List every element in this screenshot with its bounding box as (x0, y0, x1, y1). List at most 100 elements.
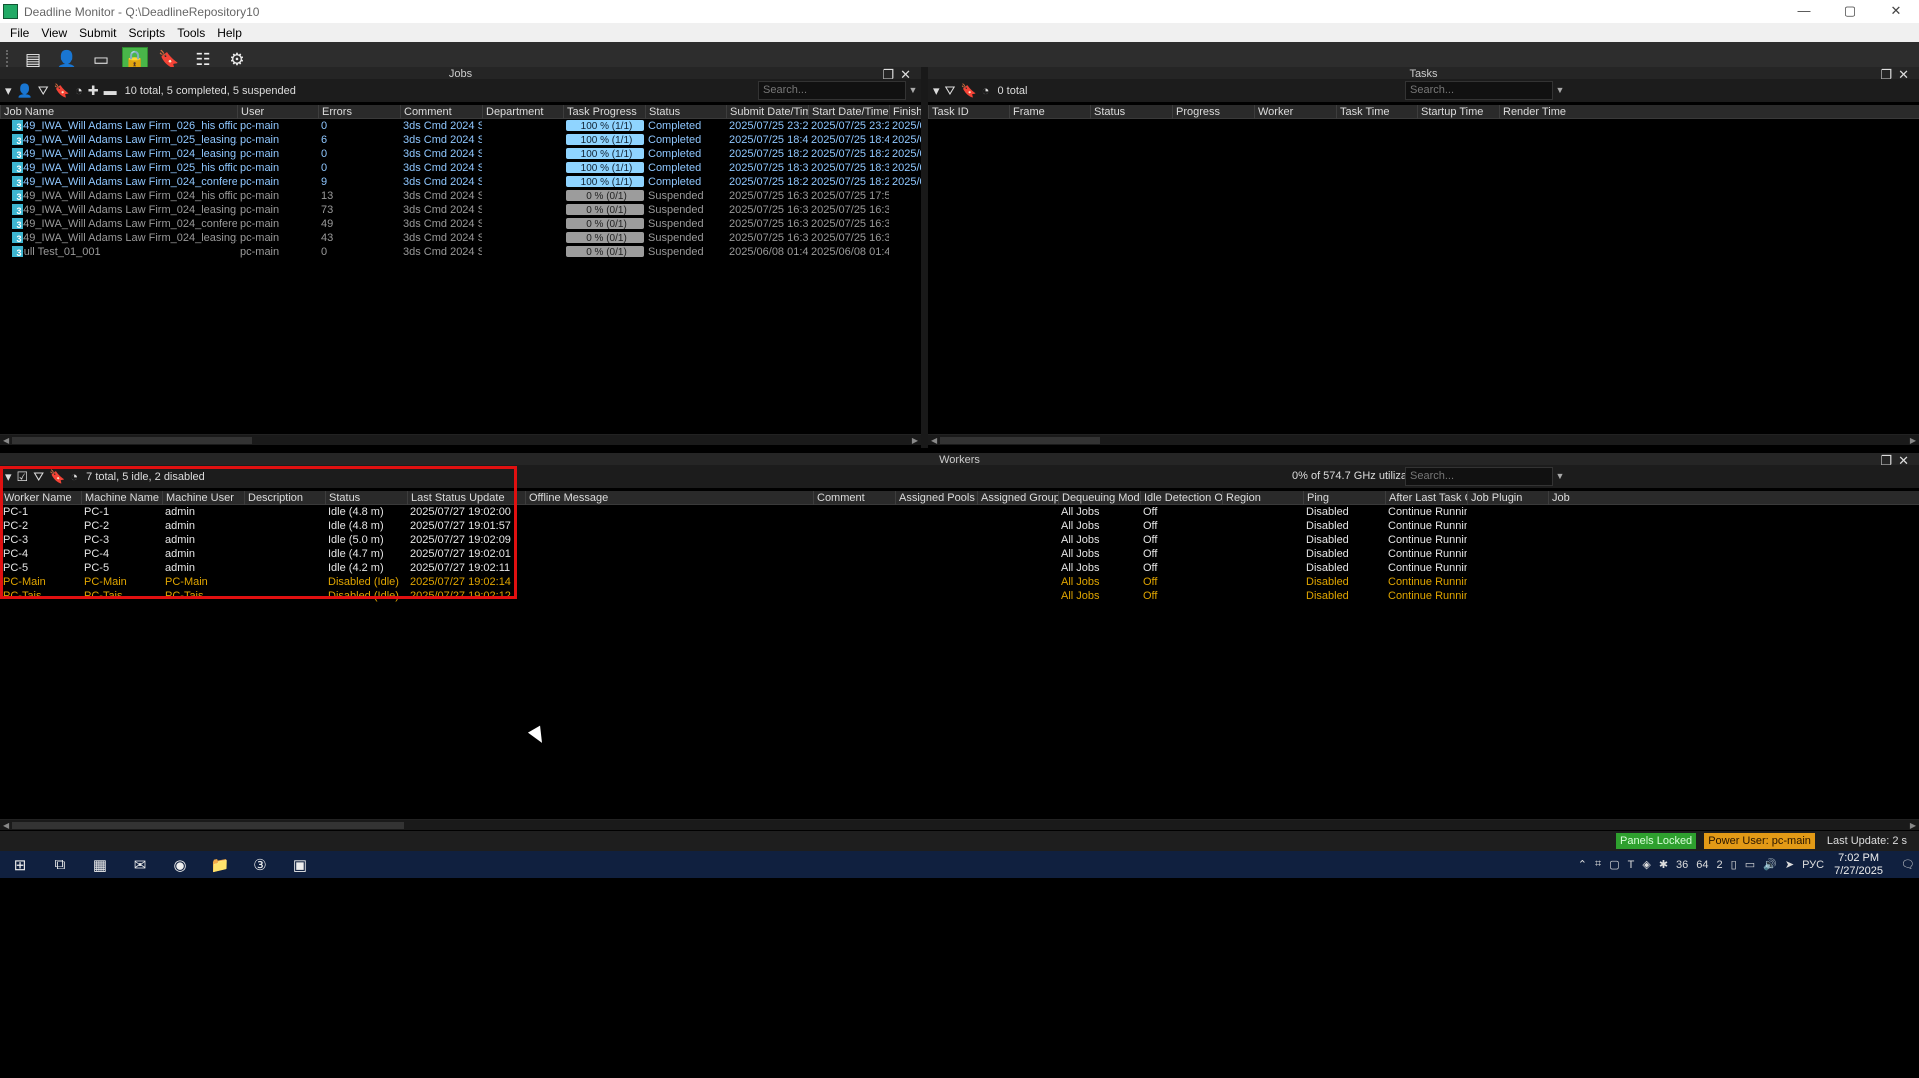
power-user-badge[interactable]: Power User: pc-main (1704, 833, 1815, 849)
scroll-thumb[interactable] (940, 437, 1100, 444)
start-icon[interactable]: ⊞ (0, 851, 40, 878)
close-button[interactable]: ✕ (1873, 0, 1919, 23)
panels-locked-badge[interactable]: Panels Locked (1616, 833, 1697, 849)
plus-icon[interactable]: ✚ (88, 83, 99, 99)
table-row[interactable]: 3149_IWA_Will Adams Law Firm_024_confere… (0, 217, 921, 231)
tray-badge[interactable]: 2 (1717, 859, 1723, 871)
column-header[interactable]: Finishe (889, 105, 921, 119)
table-row[interactable]: 3 149_IWA_Will Adams Law Firm_024_leasing… (0, 231, 921, 245)
column-header[interactable]: Frame (1009, 105, 1090, 119)
column-header[interactable]: Task ID (928, 105, 1009, 119)
collapse-icon[interactable]: ▾ (933, 83, 940, 99)
column-header[interactable]: Startup Time (1417, 105, 1499, 119)
menu-help[interactable]: Help (217, 26, 242, 40)
chevron-down-icon[interactable]: ▼ (1553, 81, 1567, 100)
column-header[interactable]: Department (482, 105, 563, 119)
scroll-left-icon[interactable]: ◀ (931, 435, 937, 446)
table-row[interactable]: 3Full Test_01_001pc-main03ds Cmd 2024 Sc… (0, 245, 921, 259)
menu-view[interactable]: View (41, 26, 67, 40)
teams-icon[interactable]: T (1628, 859, 1635, 871)
column-header[interactable]: Region (1222, 491, 1303, 505)
tray-app-icon[interactable]: ◈ (1642, 858, 1650, 871)
jobs-search-input[interactable]: Search... (758, 81, 906, 100)
outlook-icon[interactable]: ✉ (120, 851, 160, 878)
jobs-hscrollbar[interactable]: ◀ ▶ (0, 434, 921, 445)
display-icon[interactable]: ▭ (1745, 858, 1755, 871)
column-header[interactable]: Errors (318, 105, 400, 119)
bookmark-icon[interactable]: 🔖 (54, 83, 70, 99)
column-header[interactable]: Comment (813, 491, 895, 505)
scroll-left-icon[interactable]: ◀ (3, 820, 9, 831)
scroll-right-icon[interactable]: ▶ (912, 435, 918, 446)
chevron-up-icon[interactable]: ⌃ (1578, 858, 1587, 871)
scroll-thumb[interactable] (12, 822, 404, 829)
pie-icon[interactable]: ◔ (982, 83, 990, 98)
bluetooth-icon[interactable]: ✱ (1659, 858, 1668, 871)
column-header[interactable]: Submit Date/Time (726, 105, 808, 119)
minus-icon[interactable]: ▬ (104, 83, 117, 98)
telegram-icon[interactable]: ➤ (1785, 858, 1794, 871)
column-header[interactable]: Dequeuing Mode (1058, 491, 1140, 505)
file-explorer-icon[interactable]: 📁 (200, 851, 240, 878)
column-header[interactable]: User (237, 105, 318, 119)
clock[interactable]: 7:02 PM 7/27/2025 (1834, 852, 1883, 878)
volume-icon[interactable]: 🔊 (1763, 858, 1777, 871)
panel-splitter[interactable] (921, 67, 928, 448)
workers-hscrollbar[interactable]: ◀ ▶ (0, 819, 1919, 830)
column-header[interactable]: Offline Message (525, 491, 813, 505)
table-row[interactable]: 3 149_IWA_Will Adams Law Firm_025_leasing… (0, 133, 921, 147)
collapse-icon[interactable]: ▾ (5, 83, 12, 99)
column-header[interactable]: Job Plugin (1467, 491, 1548, 505)
chrome-icon[interactable]: ◉ (160, 851, 200, 878)
tasks-hscrollbar[interactable]: ◀ ▶ (928, 434, 1919, 445)
column-header[interactable]: Comment (400, 105, 482, 119)
notification-icon[interactable]: 🗨 (1901, 858, 1915, 871)
3dsmax-icon[interactable]: ③ (240, 851, 280, 878)
column-header[interactable]: Task Time (1336, 105, 1417, 119)
user-filter-icon[interactable]: 👤 (17, 83, 33, 99)
column-header[interactable]: Idle Detection Overr (1140, 491, 1222, 505)
scroll-right-icon[interactable]: ▶ (1910, 435, 1916, 446)
bookmark-icon[interactable]: 🔖 (960, 83, 976, 99)
network-icon[interactable]: ⌗ (1595, 858, 1601, 871)
column-header[interactable]: Render Time (1499, 105, 1581, 119)
table-row[interactable]: 3 149_IWA_Will Adams Law Firm_024_leasing… (0, 147, 921, 161)
column-header[interactable]: Start Date/Time (808, 105, 889, 119)
table-row[interactable]: 3 149_IWA_Will Adams Law Firm_024_his off… (0, 189, 921, 203)
menu-submit[interactable]: Submit (79, 26, 116, 40)
maximize-button[interactable]: ▢ (1827, 0, 1873, 23)
menu-tools[interactable]: Tools (177, 26, 205, 40)
column-header[interactable]: After Last Task Com (1385, 491, 1467, 505)
column-header[interactable]: Job Name (0, 105, 237, 119)
menu-scripts[interactable]: Scripts (129, 26, 166, 40)
minimize-button[interactable]: — (1781, 0, 1827, 23)
tray-badge[interactable]: 64 (1696, 859, 1708, 871)
table-row[interactable]: 3 149_IWA_Will Adams Law Firm_026_his off… (0, 119, 921, 133)
column-header[interactable]: Assigned Groups (977, 491, 1058, 505)
tasks-search-input[interactable]: Search... (1405, 81, 1553, 100)
column-header[interactable]: Task Progress (563, 105, 645, 119)
table-row[interactable]: 3 149_IWA_Will Adams Law Firm_025_his off… (0, 161, 921, 175)
calculator-icon[interactable]: ▦ (80, 851, 120, 878)
language-indicator[interactable]: РУС (1802, 859, 1824, 871)
column-header[interactable]: Worker (1254, 105, 1336, 119)
battery-icon[interactable]: ▯ (1731, 858, 1737, 871)
filter-icon[interactable]: ⛛ (945, 83, 956, 99)
chevron-down-icon[interactable]: ▼ (906, 81, 920, 100)
column-header[interactable]: Assigned Pools (895, 491, 977, 505)
scroll-right-icon[interactable]: ▶ (1910, 820, 1916, 831)
tray-badge[interactable]: 36 (1676, 859, 1688, 871)
workers-search-input[interactable]: Search... (1405, 467, 1553, 486)
chevron-down-icon[interactable]: ▼ (1553, 467, 1567, 486)
column-header[interactable]: Ping (1303, 491, 1385, 505)
scroll-left-icon[interactable]: ◀ (3, 435, 9, 446)
menu-file[interactable]: File (10, 26, 29, 40)
tray-app-icon[interactable]: ▢ (1609, 858, 1619, 871)
task-view-icon[interactable]: ⧉ (40, 851, 80, 878)
filter-icon[interactable]: ⛛ (38, 83, 49, 99)
column-header[interactable]: Progress (1172, 105, 1254, 119)
pie-icon[interactable]: ◔ (75, 83, 83, 98)
table-row[interactable]: 3149_IWA_Will Adams Law Firm_024_confere… (0, 175, 921, 189)
column-header[interactable]: Job (1548, 491, 1630, 505)
table-row[interactable]: 3 149_IWA_Will Adams Law Firm_024_leasing… (0, 203, 921, 217)
